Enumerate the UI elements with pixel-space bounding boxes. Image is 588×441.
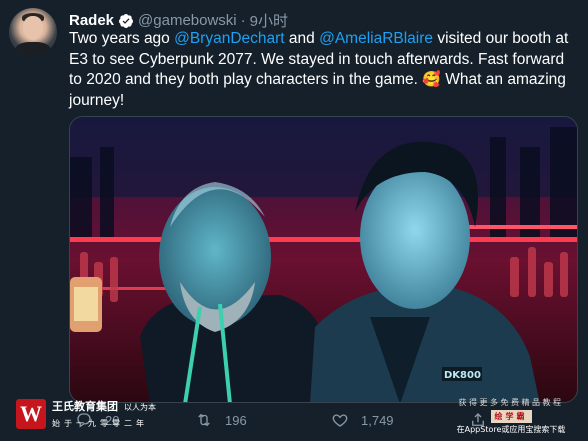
retweet-icon[interactable] [195,411,213,429]
watermark-left-title: 王氏教育集团 [52,400,118,413]
watermark-left-motto: 始于一九零零二年 [52,419,148,428]
retweet-action[interactable]: 196 [195,411,247,429]
wangshi-logo-icon: W [16,398,46,429]
mention-link[interactable]: @AmeliaRBlaire [319,30,433,47]
tweet-photo[interactable]: DK800 [69,116,578,403]
watermark-left-text: 王氏教育集团 以人为本 始于一九零零二年 [52,398,156,429]
heart-icon[interactable] [331,411,349,429]
watermark-huixueba: 获得更多免费精品教程 绘学霸 在AppStore或应用宝搜索下载 [438,397,584,435]
watermark-wangshi: W 王氏教育集团 以人为本 始于一九零零二年 [16,398,156,429]
retweet-count: 196 [225,412,247,428]
avatar-shirt [15,42,51,56]
verified-badge-icon [118,13,134,29]
author-name[interactable]: Radek [69,12,114,29]
shirt-text: DK800 [444,370,481,381]
author-handle[interactable]: @gamebowski [138,12,237,29]
watermark-left-subtitle: 以人为本 [124,403,156,412]
tweet-timestamp[interactable]: 9小时 [250,10,288,31]
watermark-right-brand: 绘学霸 [490,410,532,423]
like-count: 1,749 [361,412,394,428]
photo-illustration: DK800 [70,117,577,402]
tweet-text: Two years ago @BryanDechart and @AmeliaR… [69,29,574,111]
tweet-text-part: Two years ago [69,30,175,47]
avatar-face [23,16,43,40]
tweet-text-part: and [284,30,320,47]
smiling-face-hearts-emoji: 🥰 [422,71,441,88]
watermark-left-title-row: 王氏教育集团 以人为本 [52,398,156,414]
tweet-header: Radek @gamebowski · 9小时 [69,10,288,31]
author-avatar[interactable] [9,8,57,56]
watermark-right-line1: 获得更多免费精品教程 [458,398,564,407]
separator-dot: · [240,12,246,29]
watermark-right-line3: 在AppStore或应用宝搜索下载 [456,425,566,434]
mention-link[interactable]: @BryanDechart [174,30,285,47]
like-action[interactable]: 1,749 [331,411,394,429]
